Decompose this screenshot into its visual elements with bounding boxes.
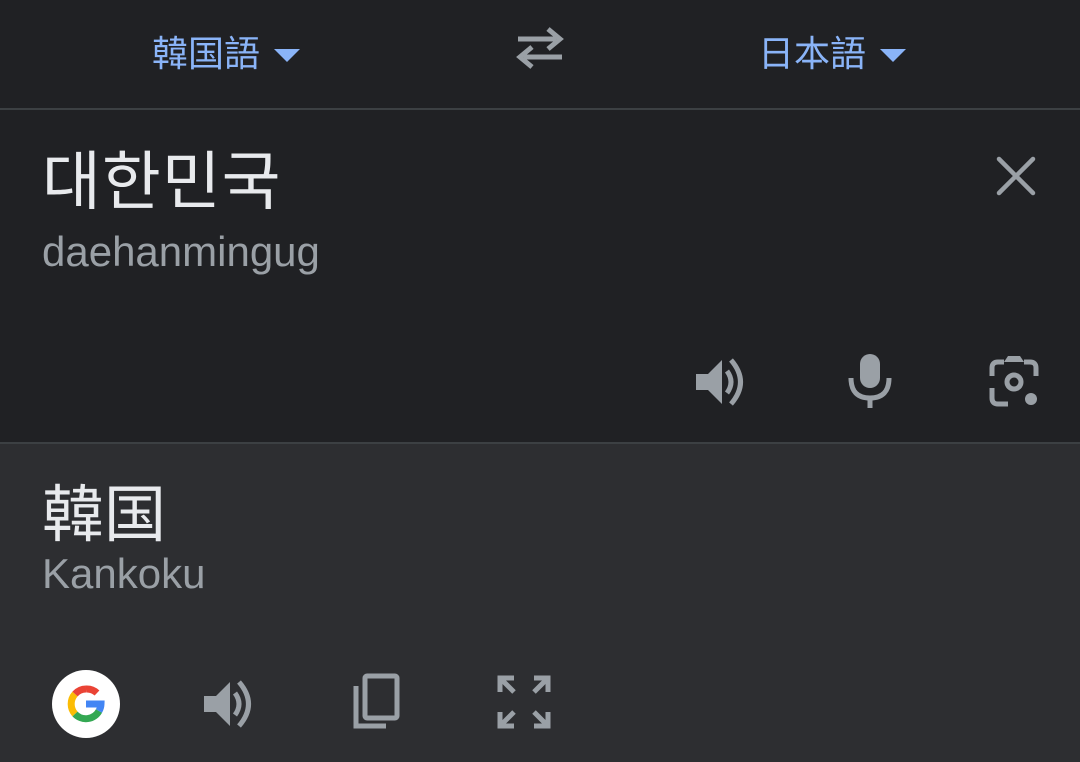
swap-languages-button[interactable]	[512, 22, 568, 74]
source-listen-button[interactable]	[692, 352, 752, 412]
camera-lens-icon	[989, 356, 1039, 407]
speaker-icon	[204, 680, 251, 728]
target-language-selector[interactable]: 日本語	[758, 24, 907, 78]
google-search-button[interactable]	[52, 670, 120, 738]
source-language-selector[interactable]: 韓国語	[152, 24, 301, 78]
translation-transliteration: Kankoku	[42, 550, 206, 597]
fullscreen-icon	[497, 675, 551, 729]
copy-button[interactable]	[346, 672, 406, 732]
translation-text: 韓国	[42, 481, 167, 550]
source-transliteration: daehanmingug	[42, 228, 320, 275]
google-logo-icon	[67, 685, 105, 723]
source-language-label: 韓国語	[152, 33, 261, 74]
fullscreen-button[interactable]	[494, 672, 554, 732]
target-language-label: 日本語	[758, 33, 867, 74]
swap-arrows-icon	[516, 27, 564, 69]
translation-panel: 韓国 Kankoku	[0, 444, 1080, 762]
microphone-icon	[848, 354, 892, 408]
source-text-input[interactable]: 대한민국	[42, 142, 282, 222]
chevron-down-icon	[880, 48, 907, 62]
translation-listen-button[interactable]	[200, 674, 260, 734]
clear-button[interactable]	[990, 150, 1042, 202]
chevron-down-icon	[274, 48, 301, 62]
source-panel: 대한민국 daehanmingug	[0, 110, 1080, 444]
copy-icon	[353, 673, 400, 729]
microphone-button[interactable]	[840, 352, 900, 412]
camera-button[interactable]	[984, 352, 1044, 412]
close-icon	[996, 156, 1036, 196]
speaker-icon	[696, 358, 743, 406]
language-bar: 韓国語 日本語	[0, 0, 1080, 110]
